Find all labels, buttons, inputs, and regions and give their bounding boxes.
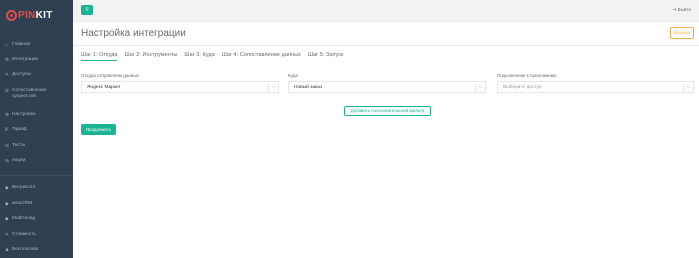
source-select-value: Яндекс Маркет [87, 85, 121, 90]
logout-link[interactable]: ⇥ Выйти [673, 7, 691, 13]
sidebar-item-label: МойСклад [12, 216, 36, 221]
app-label: Подключение к приложению [497, 73, 557, 78]
sidebar-item-label: Тесты [12, 143, 26, 148]
logo-mark-icon [6, 9, 17, 21]
sidebar-item-label: amoCRM [12, 201, 33, 206]
tab-step-5[interactable]: Шаг 5: Запуск [308, 52, 344, 61]
chevron-down-icon: ⌵ [687, 84, 691, 90]
sidebar-item-label: Стоимость [12, 232, 37, 237]
step-tabs: Шаг 1: Откуда Шаг 2: Инструменты Шаг 3: … [81, 52, 350, 61]
chevron-down-icon: ⌵ [479, 84, 483, 90]
user-icon: ♟ [5, 247, 10, 252]
sidebar-item-label: Акции [12, 158, 26, 163]
hamburger-icon: ≡ [85, 7, 89, 13]
ruble-icon: ₽ [5, 127, 8, 132]
sidebar-item-tariff[interactable]: ₽ Тариф [5, 127, 27, 133]
tab-step-2[interactable]: Шаг 2: Инструменты [124, 52, 177, 61]
logo[interactable]: PINKIT [6, 9, 53, 21]
moysklad-icon: ◆ [5, 216, 9, 221]
sidebar-item-bitrix24[interactable]: ◆ Битрикс24 [5, 185, 35, 191]
sidebar-item-integrations[interactable]: ⚙ Интеграции [5, 57, 38, 63]
source-label: Откуда отправляем данные [81, 73, 139, 78]
divider [73, 45, 699, 46]
main-content: Настройка интеграции Журнал Шаг 1: Откуд… [73, 22, 699, 258]
chevron-down-icon: ⌵ [272, 84, 276, 90]
sidebar-item-tests[interactable]: ✉ Тесты [5, 143, 25, 149]
target-select-value: Новый заказ [294, 85, 323, 90]
tab-step-3[interactable]: Шаг 3: Куда [184, 52, 214, 61]
journal-button[interactable]: Журнал [670, 27, 694, 39]
target-label: Куда [288, 73, 298, 78]
logout-label: Выйти [677, 7, 691, 12]
sidebar-item-label: Главная [12, 42, 31, 47]
sidebar-item-label: Тариф [12, 127, 27, 132]
sidebar-item-free[interactable]: ♟ Бесплатная [5, 247, 38, 253]
menu-toggle-button[interactable]: ≡ [81, 5, 93, 15]
tab-step-4[interactable]: Шаг 4: Сопоставление данных [222, 52, 301, 61]
source-select[interactable]: Яндекс Маркет ⌵ [81, 81, 279, 93]
target-select[interactable]: Новый заказ ⌵ [288, 81, 486, 93]
envelope-icon: ✉ [5, 143, 9, 148]
sidebar-divider [0, 175, 73, 176]
gear-icon: ⚙ [5, 112, 10, 117]
percent-icon: % [5, 158, 10, 163]
sidebar: PINKIT ⌂ Главная ⚙ Интеграции ✎ Доступы … [0, 0, 73, 258]
continue-button[interactable]: Продолжить [81, 124, 116, 135]
sidebar-item-pricing[interactable]: ✎ Стоимость [5, 232, 36, 238]
sidebar-item-label: Настройки [12, 112, 36, 117]
sidebar-item-amocrm[interactable]: ◆ amoCRM [5, 201, 32, 207]
sidebar-item-label: Бесплатная [12, 247, 39, 252]
pencil-icon: ✎ [5, 232, 9, 237]
bitrix24-icon: ◆ [5, 185, 9, 190]
amocrm-icon: ◆ [5, 201, 9, 206]
gear-icon: ⚙ [5, 57, 10, 62]
sidebar-item-access[interactable]: ✎ Доступы [5, 72, 31, 78]
add-custom-filter-button[interactable]: Добавить пользовательский фильтр [344, 106, 431, 116]
sidebar-item-mapping[interactable]: ⇄ Сопоставление сущностей [5, 88, 47, 100]
sidebar-item-label: Битрикс24 [12, 185, 36, 190]
exchange-icon: ⇄ [5, 88, 9, 93]
topbar: ≡ ⇥ Выйти [73, 0, 699, 22]
app-select[interactable]: Выберите доступ ⌵ [497, 81, 694, 93]
tab-step-1[interactable]: Шаг 1: Откуда [81, 52, 118, 61]
sidebar-item-label: Интеграции [12, 57, 39, 62]
sidebar-item-label: Сопоставление сущностей [12, 88, 47, 99]
sidebar-item-moysklad[interactable]: ◆ МойСклад [5, 216, 35, 222]
sidebar-item-label: Доступы [12, 72, 32, 77]
page-title: Настройка интеграции [81, 28, 186, 39]
sidebar-item-promos[interactable]: % Акции [5, 158, 25, 164]
sidebar-item-home[interactable]: ⌂ Главная [5, 42, 30, 48]
pencil-icon: ✎ [5, 72, 9, 77]
app-select-placeholder: Выберите доступ [503, 85, 542, 90]
sidebar-item-settings[interactable]: ⚙ Настройки [5, 112, 36, 118]
home-icon: ⌂ [5, 42, 8, 47]
